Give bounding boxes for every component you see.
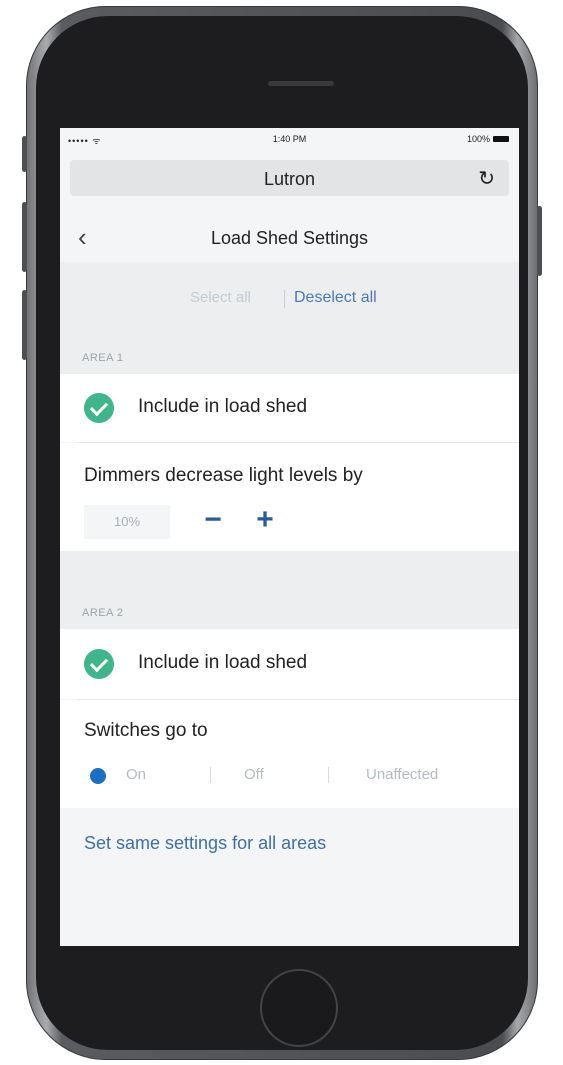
option-on[interactable]: On bbox=[126, 766, 146, 783]
increase-button[interactable]: + bbox=[248, 505, 282, 539]
checkmark-icon[interactable] bbox=[84, 393, 114, 423]
battery-percent: 100% bbox=[466, 134, 490, 144]
app-screen: ••••• ᯤ 1:40 PM 100% Lutron ↻ ‹ Load She… bbox=[60, 128, 519, 946]
status-time: 1:40 PM bbox=[272, 134, 307, 144]
volume-up-button bbox=[22, 202, 27, 272]
option-off[interactable]: Off bbox=[244, 766, 264, 783]
refresh-icon[interactable]: ↻ bbox=[478, 166, 495, 191]
option-unaffected[interactable]: Unaffected bbox=[366, 766, 438, 783]
nav-bar: ‹ Load Shed Settings bbox=[60, 216, 519, 260]
area-2-switch-label: Switches go to bbox=[84, 720, 208, 741]
section-gap bbox=[60, 551, 519, 593]
earpiece-speaker bbox=[268, 81, 334, 86]
option-divider bbox=[210, 767, 211, 783]
area-1-header: AREA 1 bbox=[60, 334, 519, 374]
area-1-dimmer-row: Dimmers decrease light levels by 10% − + bbox=[60, 443, 519, 551]
home-button[interactable] bbox=[260, 969, 338, 1047]
app-title: Lutron bbox=[263, 169, 316, 189]
area-2-title: AREA 2 bbox=[82, 607, 124, 619]
volume-down-button bbox=[22, 290, 27, 360]
area-2-include-label: Include in load shed bbox=[138, 652, 308, 673]
radio-on-selected-icon[interactable] bbox=[90, 768, 106, 784]
page-title: Load Shed Settings bbox=[210, 228, 369, 248]
deselect-all-button[interactable]: Deselect all bbox=[294, 289, 377, 307]
decrease-button[interactable]: − bbox=[196, 505, 230, 539]
battery-indicator: 100% bbox=[467, 134, 509, 144]
mute-switch bbox=[22, 136, 27, 172]
status-bar: ••••• ᯤ 1:40 PM 100% bbox=[60, 128, 519, 150]
selection-divider bbox=[284, 290, 285, 308]
app-bar: Lutron ↻ bbox=[70, 160, 509, 196]
select-all-button[interactable]: Select all bbox=[190, 289, 251, 306]
footer-area: Set same settings for all areas bbox=[60, 808, 519, 946]
checkmark-icon[interactable] bbox=[84, 649, 114, 679]
dimmer-percent-field[interactable]: 10% bbox=[84, 505, 170, 539]
area-1-include-label: Include in load shed bbox=[138, 396, 308, 417]
battery-icon bbox=[493, 136, 509, 142]
area-1-title: AREA 1 bbox=[82, 352, 124, 364]
power-button bbox=[537, 206, 542, 276]
area-2-include-row[interactable]: Include in load shed bbox=[60, 629, 519, 699]
selection-bar: Select all Deselect all bbox=[60, 262, 519, 334]
option-divider bbox=[328, 767, 329, 783]
area-1-include-row[interactable]: Include in load shed bbox=[60, 374, 519, 442]
area-2-switch-row: Switches go to On Off Unaffected bbox=[60, 700, 519, 808]
set-same-settings-link[interactable]: Set same settings for all areas bbox=[84, 833, 326, 854]
area-2-header: AREA 2 bbox=[60, 589, 519, 629]
area-1-dimmer-label: Dimmers decrease light levels by bbox=[84, 465, 363, 486]
